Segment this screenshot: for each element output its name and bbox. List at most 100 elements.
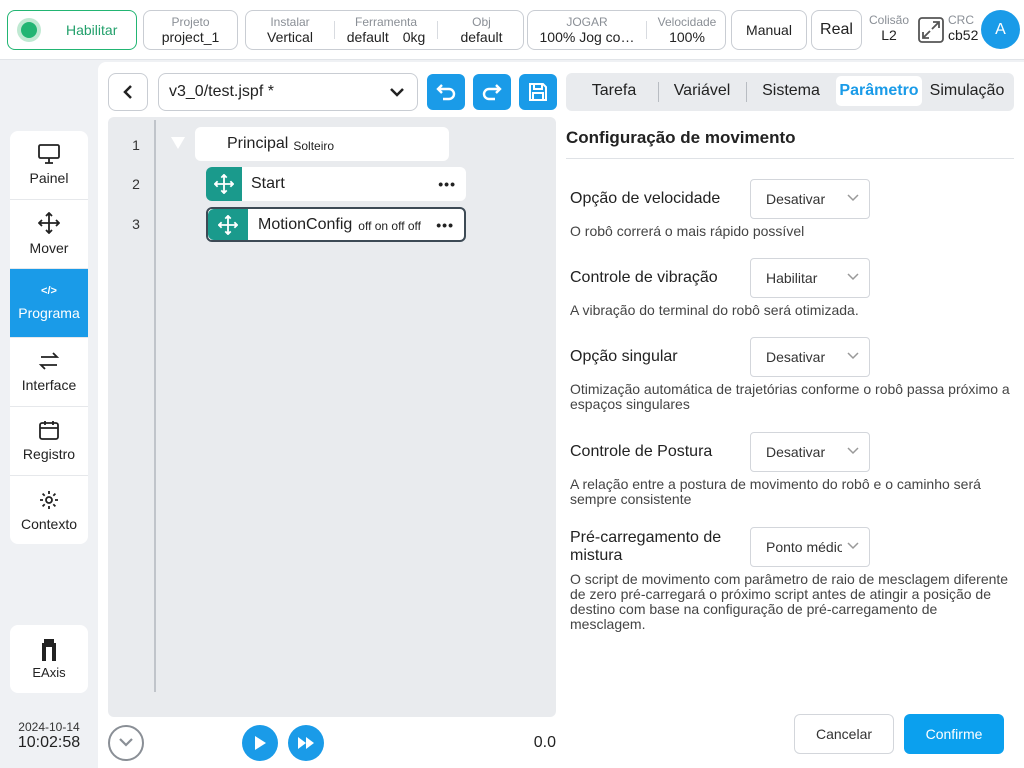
chevron-down-icon bbox=[847, 447, 859, 455]
chevron-down-icon bbox=[847, 273, 859, 281]
sidebar-item-label: Painel bbox=[29, 170, 69, 186]
select-value: Desativar bbox=[766, 191, 826, 207]
enable-button[interactable]: Habilitar bbox=[7, 10, 137, 50]
expand-icon[interactable] bbox=[918, 17, 944, 48]
file-name: v3_0/test.jspf * bbox=[169, 83, 274, 100]
crc-label: CRC bbox=[948, 13, 974, 27]
scroll-down-button[interactable] bbox=[108, 725, 144, 761]
tree-node-motionconfig[interactable]: MotionConfig off on off off ••• bbox=[206, 207, 466, 242]
eaxis-button[interactable]: EAxis bbox=[10, 625, 88, 693]
play-icon bbox=[255, 736, 266, 750]
param-desc: O script de movimento com parâmetro de r… bbox=[570, 571, 1009, 632]
monitor-icon bbox=[38, 144, 60, 164]
move-icon bbox=[208, 209, 248, 240]
tab-parametro[interactable]: Parâmetro bbox=[836, 76, 922, 106]
tab-sistema[interactable]: Sistema bbox=[752, 74, 830, 108]
sidebar-item-interface[interactable]: Interface bbox=[10, 338, 88, 407]
file-select[interactable]: v3_0/test.jspf * bbox=[158, 73, 418, 111]
title-divider bbox=[566, 158, 1014, 159]
save-icon bbox=[529, 83, 547, 101]
code-icon: </> bbox=[41, 285, 57, 297]
install-segment: Instalar Vertical bbox=[246, 11, 334, 49]
fast-forward-icon bbox=[298, 737, 314, 749]
date-display: 2024-10-14 bbox=[18, 720, 80, 734]
jog-segment: JOGAR 100% Jog co… bbox=[528, 11, 646, 49]
tree-gutter-line bbox=[154, 120, 156, 692]
chevron-down-icon bbox=[847, 194, 859, 202]
move-icon bbox=[206, 167, 242, 201]
undo-button[interactable] bbox=[427, 74, 465, 110]
param-label-posture: Controle de Postura bbox=[570, 443, 713, 460]
line-number: 1 bbox=[132, 137, 140, 153]
tab-simulacao[interactable]: Simulação bbox=[926, 74, 1008, 108]
param-label-singular: Opção singular bbox=[570, 348, 678, 365]
obj-segment: Obj default bbox=[438, 11, 525, 49]
sidebar-item-label: Mover bbox=[29, 240, 69, 256]
tool-weight: 0kg bbox=[402, 29, 426, 45]
tool-value: default bbox=[346, 29, 389, 45]
tree-node-principal[interactable]: Principal Solteiro bbox=[195, 127, 449, 161]
collision-value: L2 bbox=[881, 27, 897, 43]
posture-control-select[interactable]: Desativar bbox=[750, 432, 870, 472]
install-tool-card[interactable]: Instalar Vertical Ferramenta default 0kg … bbox=[245, 10, 524, 50]
param-desc: A relação entre a postura de movimento d… bbox=[570, 476, 981, 507]
obj-label: Obj bbox=[472, 15, 491, 29]
param-desc: Otimização automática de trajetórias con… bbox=[570, 381, 1010, 412]
cancel-button[interactable]: Cancelar bbox=[794, 714, 894, 754]
sidebar-item-contexto[interactable]: Contexto bbox=[10, 476, 88, 545]
crc-indicator: CRC cb52 bbox=[948, 13, 982, 43]
confirm-button[interactable]: Confirme bbox=[904, 714, 1004, 754]
jog-speed-card[interactable]: JOGAR 100% Jog co… Velocidade 100% bbox=[527, 10, 726, 50]
param-label-vibration: Controle de vibração bbox=[570, 269, 718, 286]
eaxis-icon bbox=[42, 638, 56, 661]
param-desc: O robô correrá o mais rápido possível bbox=[570, 223, 805, 239]
sidebar-item-registro[interactable]: Registro bbox=[10, 407, 88, 476]
save-button[interactable] bbox=[519, 74, 557, 110]
avatar[interactable]: A bbox=[981, 10, 1020, 49]
collision-indicator[interactable]: Colisão L2 bbox=[866, 13, 912, 43]
speed-option-select[interactable]: Desativar bbox=[750, 179, 870, 219]
node-sub: Solteiro bbox=[293, 138, 335, 153]
singular-option-select[interactable]: Desativar bbox=[750, 337, 870, 377]
select-value: Habilitar bbox=[766, 270, 818, 286]
blend-preload-select[interactable]: Ponto médio bbox=[750, 527, 870, 567]
sidebar-item-label: Contexto bbox=[20, 515, 78, 532]
step-forward-button[interactable] bbox=[288, 725, 324, 761]
project-card[interactable]: Projeto project_1 bbox=[143, 10, 238, 50]
chevron-down-icon bbox=[847, 352, 859, 360]
line-number: 3 bbox=[132, 216, 140, 232]
line-number: 2 bbox=[132, 176, 140, 192]
project-value: project_1 bbox=[161, 29, 220, 45]
move-icon bbox=[38, 212, 60, 234]
play-button[interactable] bbox=[242, 725, 278, 761]
panel-title: Configuração de movimento bbox=[566, 128, 796, 147]
param-label-speed: Opção de velocidade bbox=[570, 190, 721, 207]
speed-segment: Velocidade 100% bbox=[647, 11, 727, 49]
undo-icon bbox=[436, 84, 456, 101]
more-icon[interactable]: ••• bbox=[436, 217, 454, 233]
jog-label: JOGAR bbox=[566, 15, 608, 29]
more-icon[interactable]: ••• bbox=[438, 176, 456, 192]
redo-button[interactable] bbox=[473, 74, 511, 110]
jog-value: 100% Jog co… bbox=[539, 29, 635, 45]
param-desc: A vibração do terminal do robô será otim… bbox=[570, 302, 859, 318]
vibration-control-select[interactable]: Habilitar bbox=[750, 258, 870, 298]
redo-icon bbox=[482, 84, 502, 101]
select-value: Desativar bbox=[766, 349, 826, 365]
node-name: Start bbox=[251, 175, 285, 192]
tab-variavel[interactable]: Variável bbox=[664, 74, 740, 108]
sidebar-item-programa[interactable]: </> Programa bbox=[10, 269, 88, 338]
tab-tarefa[interactable]: Tarefa bbox=[576, 74, 652, 108]
real-button[interactable]: Real bbox=[811, 10, 862, 50]
back-button[interactable] bbox=[108, 73, 148, 111]
chevron-down-icon bbox=[847, 542, 859, 550]
sidebar-item-label: Interface bbox=[21, 377, 77, 393]
tree-node-start[interactable]: Start ••• bbox=[206, 167, 466, 201]
mode-button[interactable]: Manual bbox=[731, 10, 807, 50]
select-value: Desativar bbox=[766, 444, 826, 460]
sidebar-item-mover[interactable]: Mover bbox=[10, 200, 88, 269]
sidebar-item-painel[interactable]: Painel bbox=[10, 131, 88, 200]
collapse-triangle-icon[interactable] bbox=[170, 136, 186, 155]
top-bar: Habilitar Projeto project_1 Instalar Ver… bbox=[0, 0, 1024, 60]
select-value: Ponto médio bbox=[766, 539, 842, 555]
